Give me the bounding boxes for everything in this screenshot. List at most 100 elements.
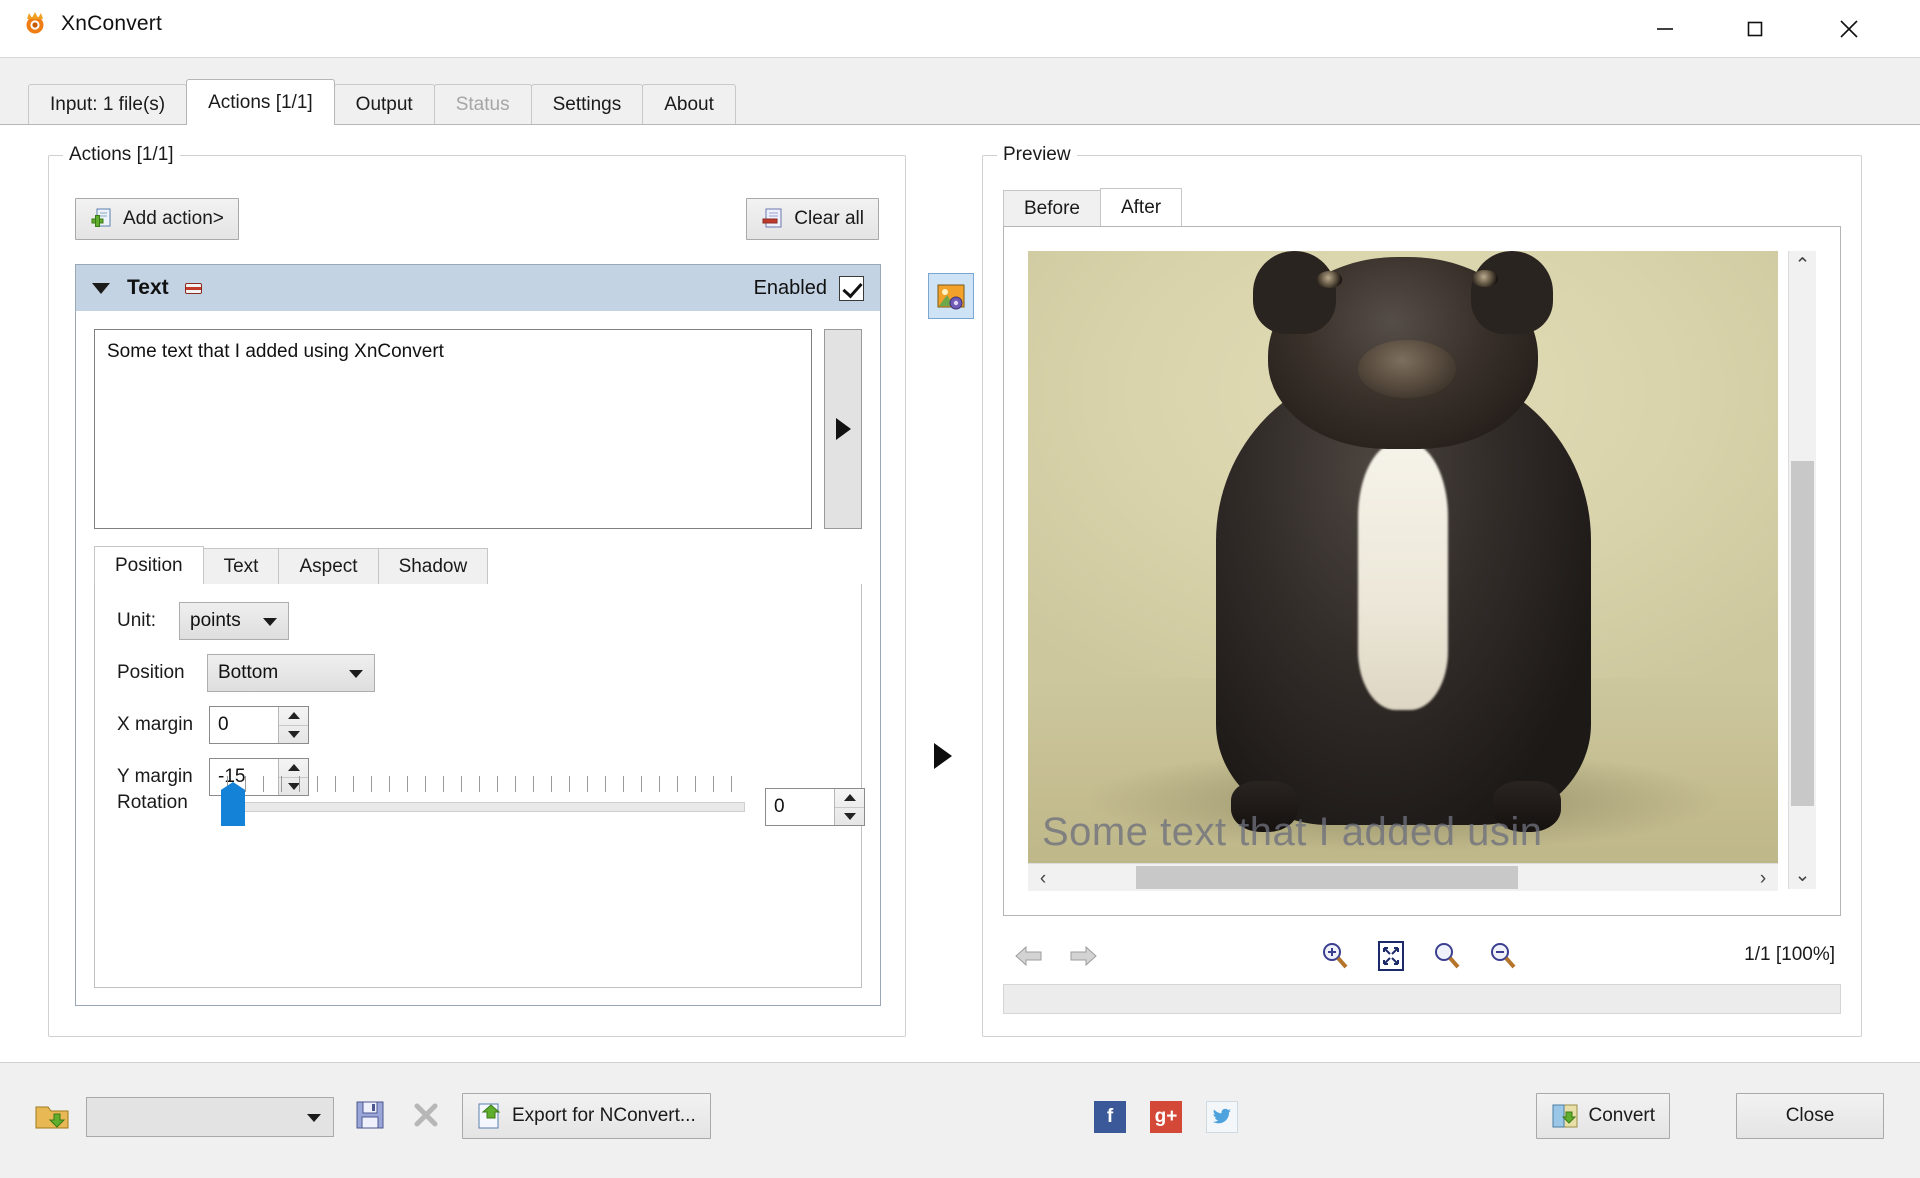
app-title: XnConvert bbox=[61, 12, 162, 36]
tab-settings[interactable]: Settings bbox=[531, 84, 644, 124]
clear-all-button[interactable]: Clear all bbox=[746, 198, 879, 240]
enabled-label: Enabled bbox=[754, 277, 827, 300]
panel-splitter-arrow-icon[interactable] bbox=[934, 743, 952, 769]
twitter-bird-icon bbox=[1212, 1108, 1232, 1126]
next-image-button[interactable] bbox=[1063, 936, 1103, 976]
action-title: Text bbox=[127, 276, 169, 300]
add-action-button[interactable]: Add action> bbox=[75, 198, 239, 240]
action-text-input[interactable]: Some text that I added using XnConvert bbox=[94, 329, 812, 529]
scroll-left-icon[interactable]: ‹ bbox=[1028, 864, 1058, 892]
zoom-in-button[interactable] bbox=[1315, 936, 1355, 976]
preview-status-bar bbox=[1003, 984, 1841, 1014]
close-label: Close bbox=[1786, 1105, 1835, 1127]
minimize-button[interactable] bbox=[1630, 0, 1700, 57]
zoom-out-button[interactable] bbox=[1483, 936, 1523, 976]
unit-row: Unit: points bbox=[117, 602, 289, 640]
rotation-spinner[interactable]: 0 bbox=[765, 788, 865, 826]
preview-horizontal-scrollbar[interactable]: ‹ › bbox=[1028, 863, 1778, 891]
horizontal-scroll-thumb[interactable] bbox=[1136, 866, 1518, 889]
text-expand-button[interactable] bbox=[824, 329, 862, 529]
actions-group: Actions [1/1] Add action> Clear all bbox=[48, 155, 906, 1037]
actual-size-button[interactable] bbox=[1427, 936, 1467, 976]
googleplus-glyph: g+ bbox=[1155, 1106, 1178, 1128]
convert-button[interactable]: Convert bbox=[1536, 1093, 1670, 1139]
rotation-slider-handle[interactable] bbox=[221, 782, 245, 826]
fit-to-window-icon bbox=[1376, 940, 1406, 972]
remove-action-icon[interactable] bbox=[185, 283, 202, 294]
rotation-value[interactable]: 0 bbox=[766, 789, 834, 825]
action-card-header[interactable]: Text Enabled bbox=[76, 265, 880, 311]
preview-group: Preview Before After bbox=[982, 155, 1862, 1037]
preview-image-stage: Some text that I added usin ⌃ ⌄ ‹ › bbox=[1003, 226, 1841, 916]
main-tab-strip: Input: 1 file(s) Actions [1/1] Output St… bbox=[0, 58, 1920, 124]
position-tab-panel: Unit: points Position Bottom X margin 0 bbox=[94, 584, 862, 988]
app-logo-icon bbox=[22, 11, 48, 37]
load-preset-button[interactable] bbox=[34, 1099, 70, 1138]
twitter-share-button[interactable] bbox=[1206, 1101, 1238, 1133]
preview-vertical-scrollbar[interactable]: ⌃ ⌄ bbox=[1788, 251, 1816, 889]
main-tabs: Input: 1 file(s) Actions [1/1] Output St… bbox=[28, 79, 735, 124]
x-margin-value[interactable]: 0 bbox=[210, 707, 278, 743]
action-card-text: Text Enabled Some text that I added usin… bbox=[75, 264, 881, 1006]
tab-about[interactable]: About bbox=[642, 84, 736, 124]
tab-actions[interactable]: Actions [1/1] bbox=[186, 79, 335, 125]
convert-label: Convert bbox=[1588, 1105, 1655, 1127]
rotation-up-icon[interactable] bbox=[835, 789, 864, 807]
y-margin-up-icon[interactable] bbox=[279, 759, 308, 777]
scroll-right-icon[interactable]: › bbox=[1748, 864, 1778, 892]
tab-status: Status bbox=[434, 84, 532, 124]
enabled-checkbox[interactable] bbox=[839, 276, 864, 301]
preview-tab-after[interactable]: After bbox=[1100, 188, 1182, 226]
close-window-button[interactable] bbox=[1814, 0, 1884, 57]
facebook-glyph: f bbox=[1107, 1106, 1113, 1128]
position-row: Position Bottom bbox=[117, 654, 375, 692]
export-nconvert-button[interactable]: Export for NConvert... bbox=[462, 1093, 711, 1139]
x-margin-down-icon[interactable] bbox=[279, 725, 308, 744]
close-dialog-button[interactable]: Close bbox=[1736, 1093, 1884, 1139]
unit-combo[interactable]: points bbox=[179, 602, 289, 640]
inner-tab-text[interactable]: Text bbox=[203, 548, 280, 584]
vertical-scroll-thumb[interactable] bbox=[1791, 461, 1814, 806]
scroll-up-icon[interactable]: ⌃ bbox=[1789, 251, 1816, 279]
x-margin-up-icon[interactable] bbox=[279, 707, 308, 725]
rotation-arrows[interactable] bbox=[834, 789, 864, 825]
position-combo[interactable]: Bottom bbox=[207, 654, 375, 692]
title-bar: XnConvert bbox=[0, 0, 1920, 58]
preview-image-viewport[interactable]: Some text that I added usin bbox=[1028, 251, 1778, 889]
delete-preset-icon bbox=[410, 1099, 442, 1131]
preview-zoom-label: 1/1 [100%] bbox=[1744, 944, 1835, 966]
inner-tab-position[interactable]: Position bbox=[94, 546, 204, 584]
open-folder-icon bbox=[34, 1099, 70, 1133]
previous-image-button[interactable] bbox=[1009, 936, 1049, 976]
preview-tab-before[interactable]: Before bbox=[1003, 190, 1101, 226]
collapse-triangle-icon[interactable] bbox=[92, 283, 110, 294]
rotation-tick-marks bbox=[227, 776, 745, 792]
x-margin-arrows[interactable] bbox=[278, 707, 308, 743]
facebook-share-button[interactable]: f bbox=[1094, 1101, 1126, 1133]
preset-combo[interactable] bbox=[86, 1097, 334, 1137]
x-margin-spinner[interactable]: 0 bbox=[209, 706, 309, 744]
unit-label: Unit: bbox=[117, 610, 179, 632]
export-nconvert-label: Export for NConvert... bbox=[512, 1105, 696, 1127]
add-action-label: Add action> bbox=[123, 208, 224, 230]
preview-overlay-text: Some text that I added usin bbox=[1042, 810, 1542, 855]
fit-to-window-button[interactable] bbox=[1371, 936, 1411, 976]
rotation-down-icon[interactable] bbox=[835, 807, 864, 826]
next-image-icon bbox=[1068, 943, 1098, 969]
save-preset-button[interactable] bbox=[354, 1099, 386, 1136]
preview-tabs: Before After bbox=[1003, 188, 1181, 226]
googleplus-share-button[interactable]: g+ bbox=[1150, 1101, 1182, 1133]
enabled-toggle[interactable]: Enabled bbox=[754, 276, 864, 301]
inner-tab-shadow[interactable]: Shadow bbox=[378, 548, 489, 584]
maximize-button[interactable] bbox=[1720, 0, 1790, 57]
expand-right-icon bbox=[836, 418, 851, 440]
rotation-row: Rotation 0 bbox=[117, 776, 847, 832]
scroll-down-icon[interactable]: ⌄ bbox=[1789, 861, 1816, 889]
preview-toggle-button[interactable] bbox=[928, 273, 974, 319]
tab-input[interactable]: Input: 1 file(s) bbox=[28, 84, 187, 124]
inner-tab-aspect[interactable]: Aspect bbox=[278, 548, 378, 584]
tab-output[interactable]: Output bbox=[334, 84, 435, 124]
clear-all-icon bbox=[761, 207, 785, 231]
x-margin-label: X margin bbox=[117, 714, 209, 736]
rotation-slider-track[interactable] bbox=[227, 802, 745, 812]
